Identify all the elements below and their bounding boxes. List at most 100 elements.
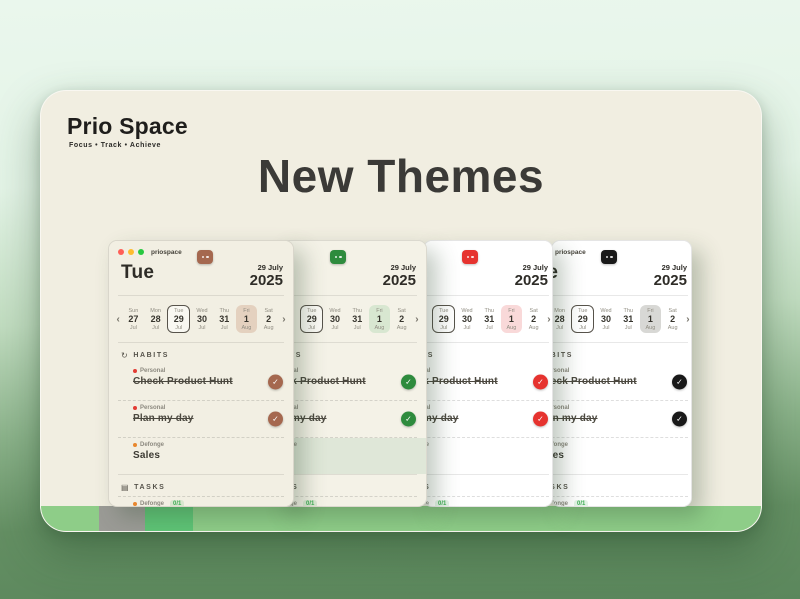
- day-month: Jul: [175, 325, 182, 331]
- habit-category: Personal: [551, 405, 667, 411]
- task-category: Defonge0/1: [551, 500, 667, 507]
- day-cell-tue-selected[interactable]: Tue29Jul: [571, 305, 594, 334]
- week-strip: ‹ Sun27Jul Mon28Jul Tue29Jul Wed30Jul Th…: [277, 296, 426, 342]
- habit-row[interactable]: Defonge Sales: [551, 438, 692, 474]
- minimize-window-icon[interactable]: [128, 249, 134, 255]
- habit-check-button[interactable]: ✓: [268, 412, 283, 427]
- date-month-label: 29 July: [383, 263, 416, 272]
- day-cell-sat[interactable]: Sat2Aug: [662, 305, 683, 334]
- day-cell-mon[interactable]: Mon28Jul: [551, 305, 570, 334]
- habit-row[interactable]: Defonge Sales: [423, 438, 553, 474]
- next-week-button[interactable]: ›: [280, 314, 288, 325]
- day-cell-tue-selected[interactable]: Tue29Jul: [167, 305, 190, 334]
- day-number: 1: [648, 315, 653, 325]
- habit-row[interactable]: Defonge Sales: [277, 438, 426, 474]
- traffic-lights[interactable]: [118, 249, 144, 255]
- day-cell-fri-highlighted[interactable]: Fri1Aug: [640, 305, 661, 334]
- task-row[interactable]: ∨ Defonge0/1 Template Section 118:30 ✓: [423, 497, 553, 507]
- habit-check-button[interactable]: ✓: [533, 375, 548, 390]
- habit-check-button[interactable]: ✓: [672, 375, 687, 390]
- week-strip: ‹ Sun27Jul Mon28Jul Tue29Jul Wed30Jul Th…: [423, 296, 553, 342]
- day-cell-fri-highlighted[interactable]: Fri1Aug: [369, 305, 390, 334]
- habit-row[interactable]: Personal Plan my day ✓: [109, 401, 293, 437]
- next-week-button[interactable]: ›: [413, 314, 421, 325]
- day-cell-wed[interactable]: Wed30Jul: [456, 305, 477, 334]
- task-row[interactable]: ∨ Defonge0/1 Template Section 118:30 ✓: [109, 497, 293, 507]
- day-cell-sat[interactable]: Sat2Aug: [523, 305, 544, 334]
- app-window: priospace Tue 29 July 2025 ‹ Sun27Jul Mo…: [277, 241, 426, 507]
- next-week-button[interactable]: ›: [684, 314, 692, 325]
- theme-icon-dot: [206, 256, 209, 259]
- window-titlebar: priospace: [277, 241, 426, 259]
- habit-row[interactable]: Personal Check Product Hunt ✓: [277, 364, 426, 400]
- day-cell-sat[interactable]: Sat2Aug: [258, 305, 279, 334]
- theme-icon[interactable]: [197, 250, 213, 264]
- task-row[interactable]: ∨ Defonge0/1 Template Section 118:30 ✓: [551, 497, 692, 507]
- close-window-icon[interactable]: [118, 249, 124, 255]
- theme-panel-red: priospace Tue 29 July 2025 ‹ Sun27Jul Mo…: [423, 240, 553, 507]
- habit-row[interactable]: Personal Plan my day ✓: [551, 401, 692, 437]
- tasks-section-header: ▤TASKS: [121, 483, 281, 492]
- next-week-button[interactable]: ›: [545, 314, 553, 325]
- habit-row[interactable]: Personal Plan my day ✓: [423, 401, 553, 437]
- day-month: Jul: [440, 325, 447, 331]
- category-label: Defonge: [140, 442, 164, 448]
- date-year-label: 2025: [654, 273, 687, 288]
- habit-row[interactable]: Personal Check Product Hunt ✓: [423, 364, 553, 400]
- day-cell-fri-highlighted[interactable]: Fri1Aug: [501, 305, 522, 334]
- prev-week-button[interactable]: ‹: [114, 314, 122, 325]
- habit-check-button[interactable]: ✓: [533, 412, 548, 427]
- day-name: Thu: [219, 308, 228, 314]
- habit-title: Check Product Hunt: [277, 376, 396, 387]
- date-header: Tue 29 July 2025: [109, 259, 293, 295]
- day-cell-tue-selected[interactable]: Tue29Jul: [300, 305, 323, 334]
- day-number: 28: [555, 315, 565, 325]
- habit-check-button[interactable]: ✓: [268, 375, 283, 390]
- day-name: Sat: [529, 308, 537, 314]
- habit-title: Plan my day: [277, 413, 396, 424]
- day-cell-thu[interactable]: Thu31Jul: [214, 305, 235, 334]
- day-cell-fri-highlighted[interactable]: Fri1Aug: [236, 305, 257, 334]
- day-cell-tue-selected[interactable]: Tue29Jul: [432, 305, 455, 334]
- habit-row[interactable]: Defonge Sales: [109, 438, 293, 474]
- habit-category: Personal: [133, 405, 263, 411]
- day-cell-sat[interactable]: Sat2Aug: [391, 305, 412, 334]
- day-cell-mon[interactable]: Mon28Jul: [145, 305, 166, 334]
- habit-check-button[interactable]: ✓: [401, 412, 416, 427]
- theme-icon[interactable]: [462, 250, 478, 264]
- day-cell-thu[interactable]: Thu31Jul: [347, 305, 368, 334]
- day-name: Sat: [668, 308, 676, 314]
- habit-category: Defonge: [133, 442, 263, 448]
- zoom-window-icon[interactable]: [138, 249, 144, 255]
- habit-category: Defonge: [423, 442, 528, 448]
- habit-category: Personal: [423, 368, 528, 374]
- day-number: 29: [439, 315, 449, 325]
- task-progress-badge: 0/1: [170, 500, 184, 507]
- day-cell-sun[interactable]: Sun27Jul: [123, 305, 144, 334]
- habit-title: Plan my day: [551, 413, 667, 424]
- day-month: Jul: [354, 325, 361, 331]
- habit-title: Sales: [423, 450, 528, 461]
- habit-title: Plan my day: [133, 413, 263, 424]
- day-cell-wed[interactable]: Wed30Jul: [595, 305, 616, 334]
- habit-check-button[interactable]: ✓: [401, 375, 416, 390]
- theme-icon-dot: [610, 256, 613, 259]
- habit-row[interactable]: Personal Check Product Hunt ✓: [551, 364, 692, 400]
- day-month: Jul: [556, 325, 563, 331]
- day-cell-thu[interactable]: Thu31Jul: [618, 305, 639, 334]
- day-cell-wed[interactable]: Wed30Jul: [191, 305, 212, 334]
- habit-title: Sales: [277, 450, 396, 461]
- day-name: Fri: [647, 308, 653, 314]
- theme-icon[interactable]: [601, 250, 617, 264]
- task-progress-badge: 0/1: [435, 500, 449, 507]
- task-row[interactable]: ∨ Defonge0/1 Template Section 118:30 ✓: [277, 497, 426, 507]
- day-number: 2: [266, 315, 271, 325]
- habit-row[interactable]: Personal Check Product Hunt ✓: [109, 364, 293, 400]
- day-cell-thu[interactable]: Thu31Jul: [479, 305, 500, 334]
- habit-row[interactable]: Personal Plan my day ✓: [277, 401, 426, 437]
- day-cell-wed[interactable]: Wed30Jul: [324, 305, 345, 334]
- habit-check-button[interactable]: ✓: [672, 412, 687, 427]
- task-category: Defonge0/1: [423, 500, 528, 507]
- day-month: Jul: [625, 325, 632, 331]
- theme-icon[interactable]: [330, 250, 346, 264]
